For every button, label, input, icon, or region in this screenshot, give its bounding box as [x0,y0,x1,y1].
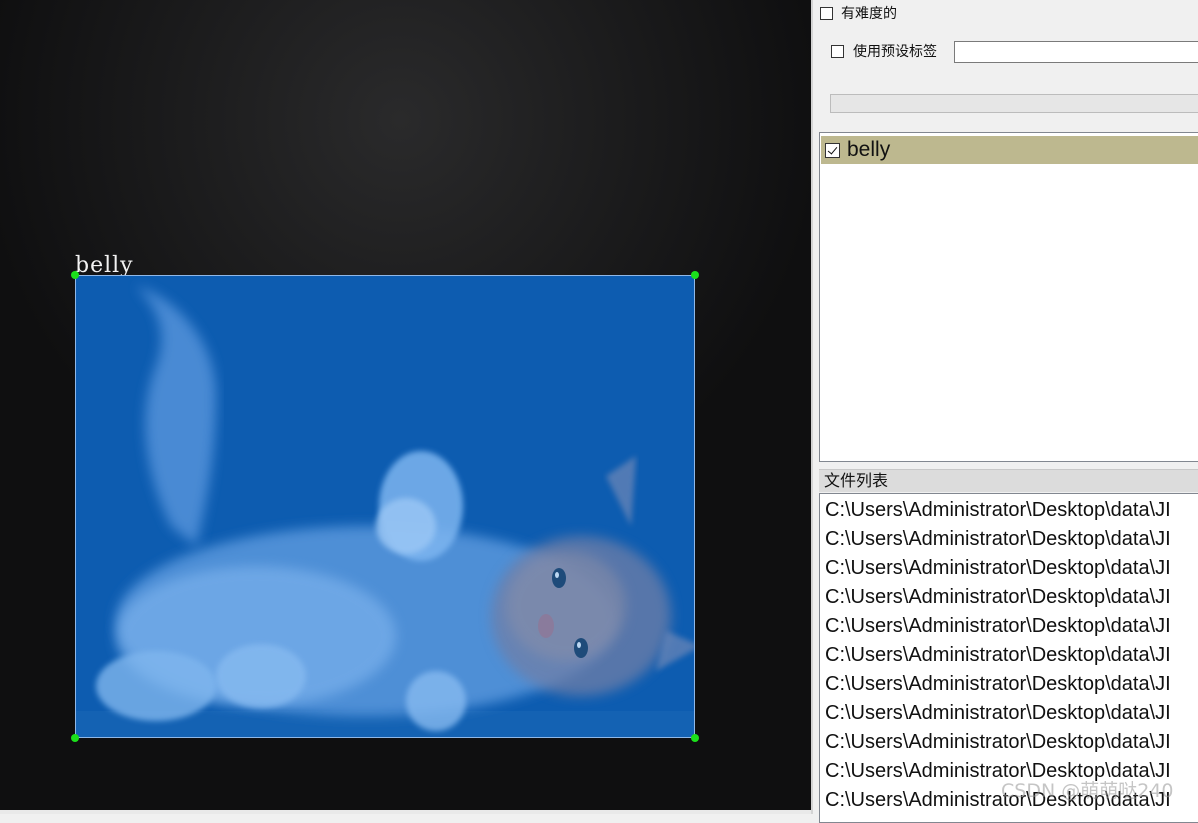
file-list-item[interactable]: C:\Users\Administrator\Desktop\data\JI [825,554,1171,583]
file-list-item[interactable]: C:\Users\Administrator\Desktop\data\JI [825,612,1171,641]
preset-label-input[interactable] [954,41,1198,63]
label-dock-panel: 有难度的 使用预设标签 belly 文件列表 C:\Users\Administ… [813,0,1198,823]
label-list-item[interactable]: belly [821,136,1198,164]
label-item-checkbox[interactable] [825,143,840,158]
watermark-text: CSDN @萌萌哒240 [1001,780,1174,802]
bbox-handle-top-right[interactable] [691,271,699,279]
label-list[interactable]: belly [819,132,1198,462]
bbox-handle-bottom-left[interactable] [71,734,79,742]
canvas-bottom-strip [0,810,811,814]
file-list-title: 文件列表 [824,471,889,490]
file-list-item[interactable]: C:\Users\Administrator\Desktop\data\JI [825,496,1171,525]
file-list-item[interactable]: C:\Users\Administrator\Desktop\data\JI [825,699,1171,728]
difficult-label: 有难度的 [841,6,897,22]
file-list-item[interactable]: C:\Users\Administrator\Desktop\data\JI [825,641,1171,670]
file-list[interactable]: C:\Users\Administrator\Desktop\data\JI C… [819,493,1198,823]
file-list-item[interactable]: C:\Users\Administrator\Desktop\data\JI [825,525,1171,554]
difficult-checkbox[interactable] [820,7,833,20]
file-list-item[interactable]: C:\Users\Administrator\Desktop\data\JI [825,670,1171,699]
cat-image [76,286,694,737]
image-canvas[interactable]: belly [0,0,811,810]
bbox-handle-top-left[interactable] [71,271,79,279]
file-list-header: 文件列表 [819,469,1198,492]
bounding-box[interactable] [75,275,695,738]
use-preset-label-text: 使用预设标签 [853,44,937,60]
progress-bar [830,94,1198,113]
file-list-item[interactable]: C:\Users\Administrator\Desktop\data\JI [825,583,1171,612]
use-preset-label-checkbox[interactable] [831,45,844,58]
label-item-text: belly [847,138,891,161]
file-list-item[interactable]: C:\Users\Administrator\Desktop\data\JI [825,728,1171,757]
bbox-handle-bottom-right[interactable] [691,734,699,742]
